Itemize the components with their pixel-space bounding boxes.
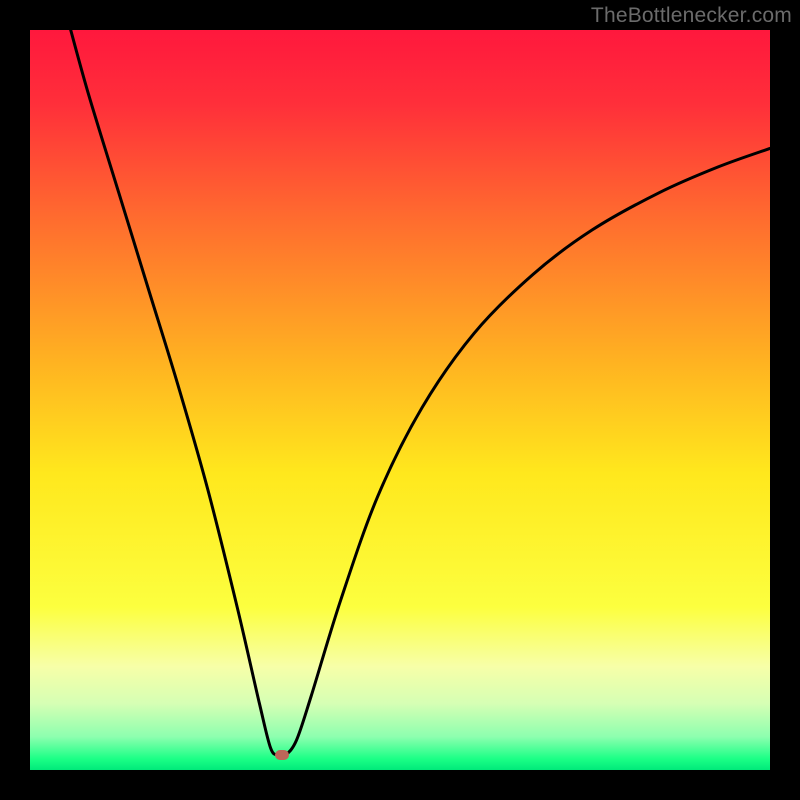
bottleneck-curve bbox=[71, 30, 770, 757]
curve-layer bbox=[30, 30, 770, 770]
plot-area bbox=[30, 30, 770, 770]
chart-frame: TheBottlenecker.com bbox=[0, 0, 800, 800]
watermark-text: TheBottlenecker.com bbox=[591, 4, 792, 28]
optimal-marker bbox=[275, 750, 289, 760]
